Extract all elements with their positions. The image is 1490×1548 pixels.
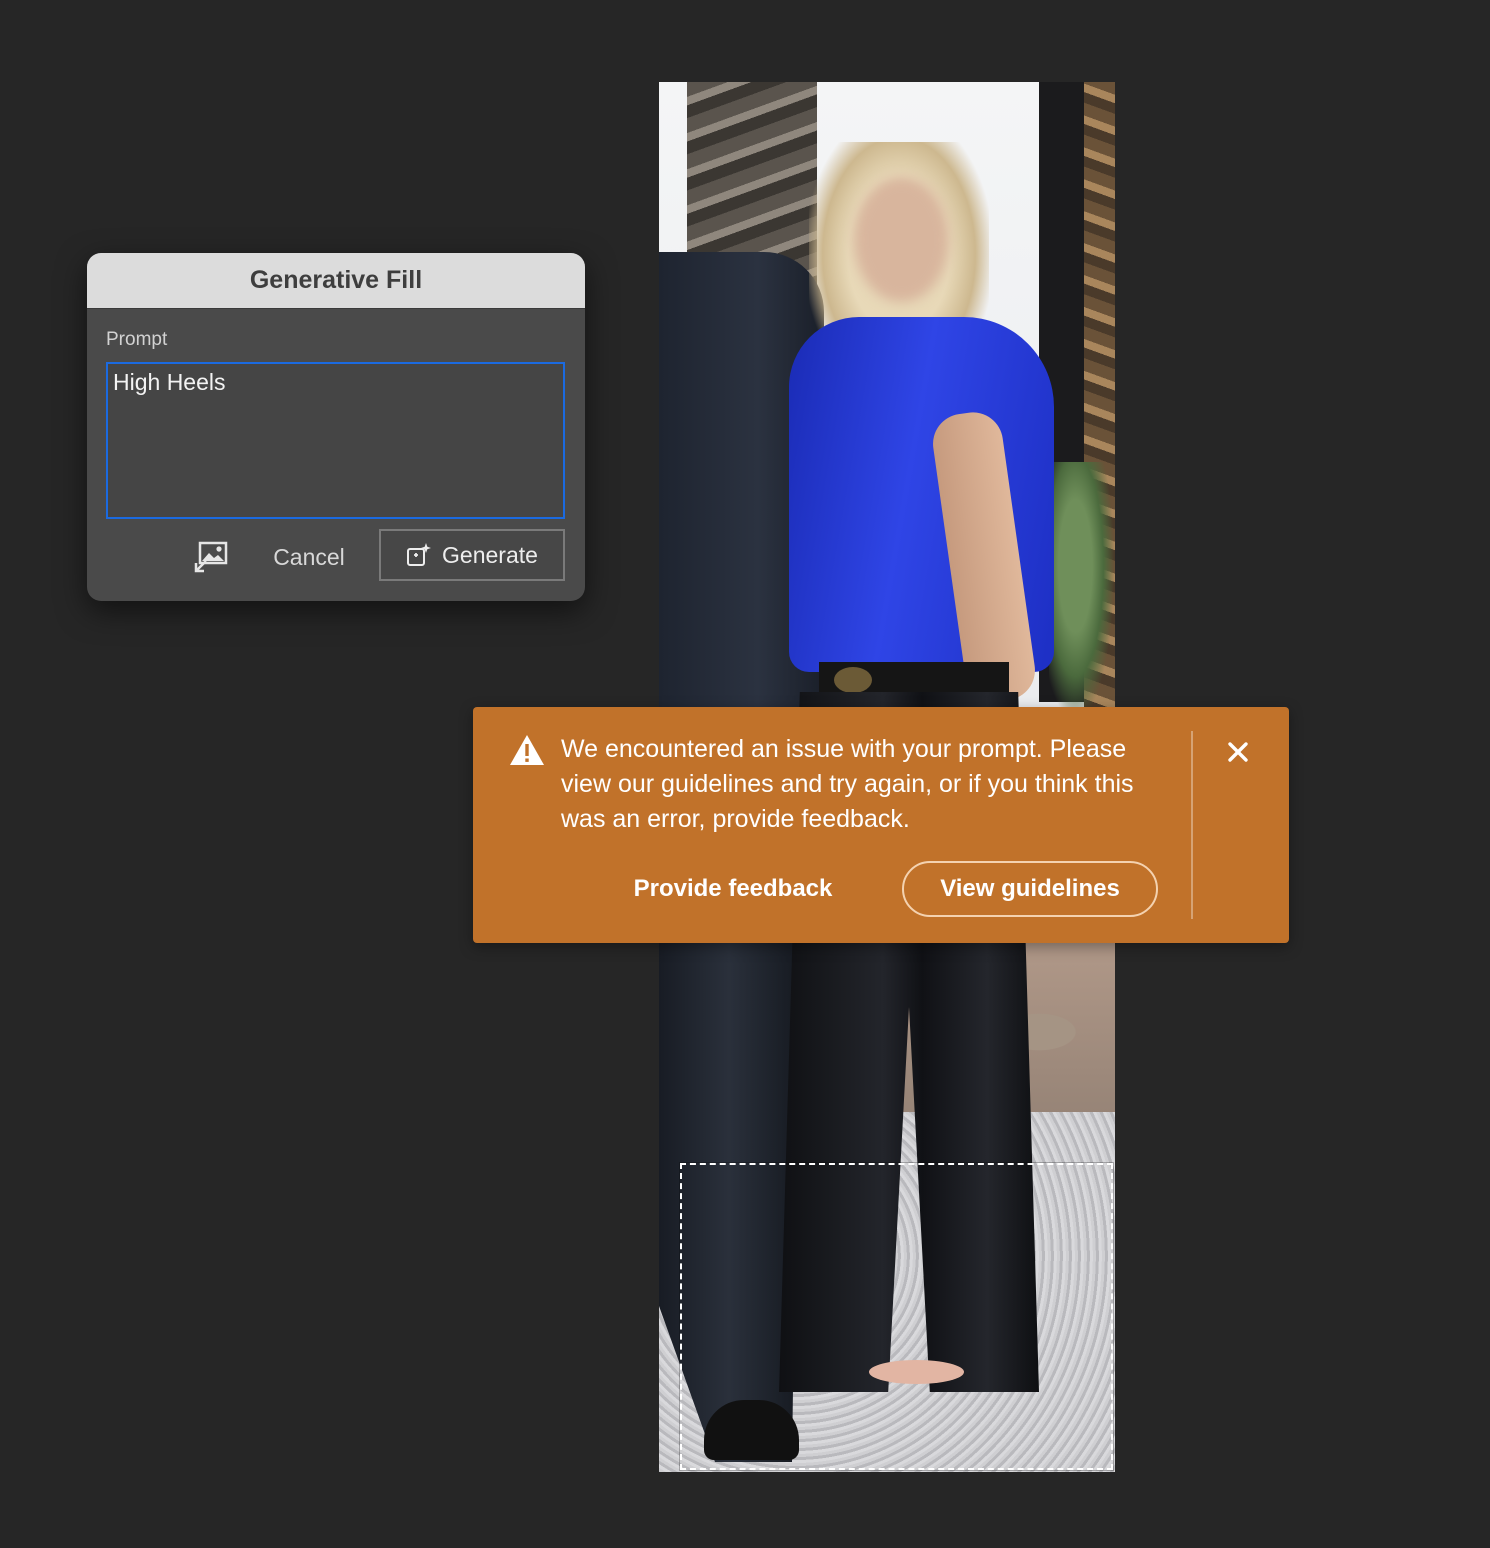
generative-fill-dialog: Generative Fill Prompt High Heels Cancel… [87,253,585,601]
generate-button[interactable]: Generate [379,529,565,581]
generate-sparkle-icon [407,543,432,566]
photo-man-shoe [704,1400,799,1460]
provide-feedback-button[interactable]: Provide feedback [623,865,843,913]
toast-message: We encountered an issue with your prompt… [561,735,1134,833]
error-toast: We encountered an issue with your prompt… [473,707,1289,943]
reference-image-icon [194,541,228,573]
prompt-input[interactable]: High Heels [106,362,565,519]
toast-close-button[interactable] [1221,735,1255,769]
view-guidelines-button[interactable]: View guidelines [902,861,1158,917]
close-icon [1228,742,1248,762]
dialog-titlebar[interactable]: Generative Fill [87,253,585,309]
toast-divider [1191,731,1193,919]
generate-button-label: Generate [442,541,538,568]
photo-woman-feet [869,1360,964,1384]
reference-image-button[interactable] [191,539,231,575]
dialog-title: Generative Fill [249,266,423,294]
cancel-button[interactable]: Cancel [257,533,361,581]
photo-woman-face-blurred [854,177,949,302]
warning-icon [510,735,544,765]
prompt-label: Prompt [106,329,168,350]
photo-plants [1049,462,1115,722]
photo-woman-belt-buckle [834,667,872,693]
